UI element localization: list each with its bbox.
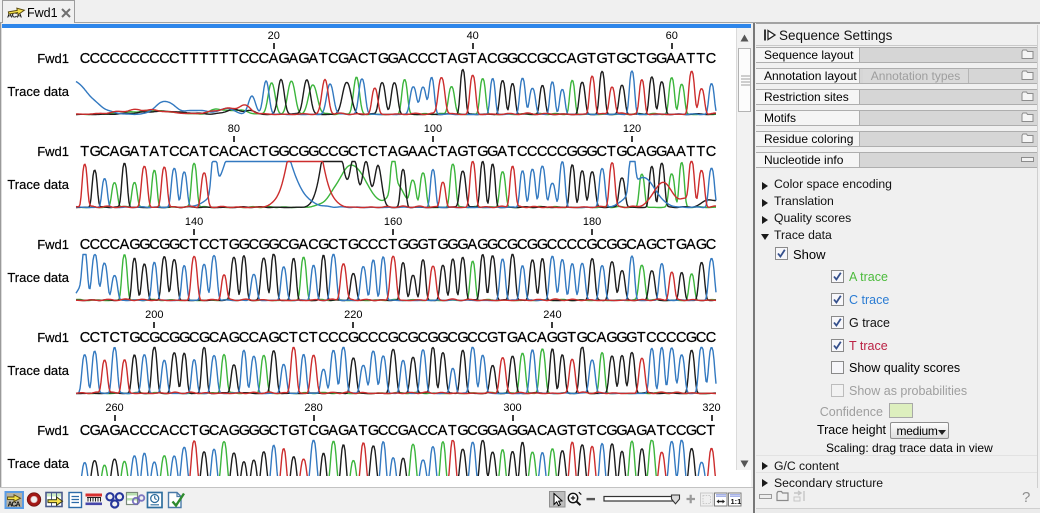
svg-text:1:1: 1:1 <box>731 497 742 506</box>
svg-text:ACA: ACA <box>8 501 21 508</box>
